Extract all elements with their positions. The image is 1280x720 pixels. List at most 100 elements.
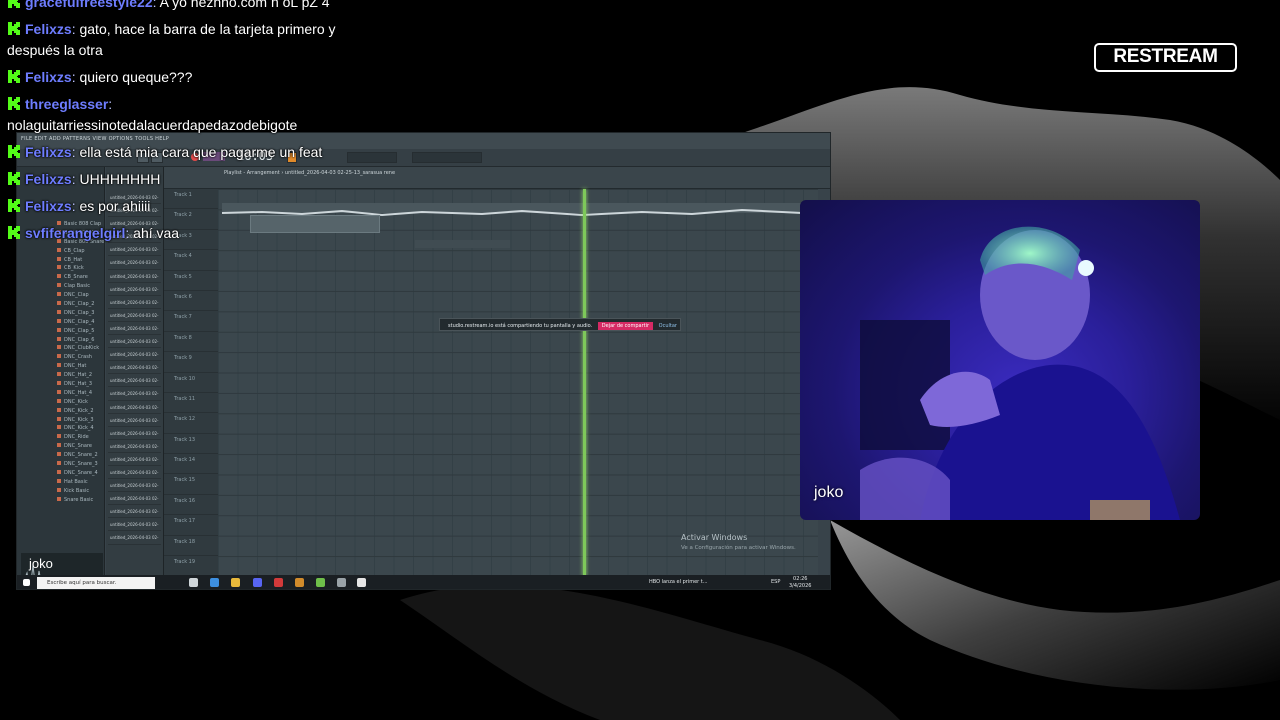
- browser-item[interactable]: Hat Basic: [17, 479, 104, 488]
- browser-item[interactable]: Snare Basic: [17, 497, 104, 506]
- hide-notice-button[interactable]: Ocultar: [659, 323, 677, 329]
- windows-start-icon[interactable]: [23, 579, 30, 586]
- browser-item[interactable]: DNC_ClubKick: [17, 345, 104, 354]
- rack-channel[interactable]: untitled_2026-04-03 02-: [108, 440, 161, 453]
- track-label[interactable]: Track 18: [164, 536, 218, 557]
- browser-item[interactable]: DNC_Clap_4: [17, 319, 104, 328]
- rack-channel[interactable]: untitled_2026-04-03 02-: [108, 492, 161, 506]
- rack-channel[interactable]: untitled_2026-04-03 02-: [108, 283, 161, 296]
- taskbar-clock[interactable]: 02:26 3/4/2026: [789, 576, 812, 589]
- browser-item[interactable]: DNC_Kick_3: [17, 417, 104, 426]
- browser-item[interactable]: DNC_Snare_2: [17, 452, 104, 461]
- rack-channel[interactable]: untitled_2026-04-03 02-: [108, 401, 161, 414]
- browser-item[interactable]: DNC_Hat_4: [17, 390, 104, 399]
- language-indicator[interactable]: ESP: [771, 579, 780, 585]
- browser-item[interactable]: CB_Kick: [17, 265, 104, 274]
- kick-icon: [7, 95, 20, 110]
- chat-username[interactable]: Felixzs: [25, 144, 72, 160]
- chat-username[interactable]: Felixzs: [25, 198, 72, 214]
- rack-channel[interactable]: untitled_2026-04-03 02-: [108, 335, 161, 349]
- rack-channel[interactable]: untitled_2026-04-03 02-: [108, 348, 161, 362]
- rack-channel[interactable]: untitled_2026-04-03 02-: [108, 256, 161, 270]
- rack-channel[interactable]: untitled_2026-04-03 02-: [108, 453, 161, 466]
- rack-channel[interactable]: untitled_2026-04-03 02-: [108, 374, 161, 388]
- track-label[interactable]: Track 16: [164, 495, 218, 516]
- track-label[interactable]: Track 13: [164, 434, 218, 455]
- track-label[interactable]: Track 14: [164, 454, 218, 475]
- browser-item[interactable]: DNC_Clap_3: [17, 310, 104, 319]
- app-icon[interactable]: [316, 578, 325, 587]
- rack-channel[interactable]: untitled_2026-04-03 02-: [108, 518, 161, 532]
- browser-item[interactable]: DNC_Hat: [17, 363, 104, 372]
- rack-channel[interactable]: untitled_2026-04-03 02-: [108, 309, 161, 322]
- browser-item[interactable]: DNC_Kick: [17, 399, 104, 408]
- browser-item[interactable]: DNC_Snare_4: [17, 470, 104, 479]
- rack-channel[interactable]: untitled_2026-04-03 02-: [108, 466, 161, 480]
- track-label[interactable]: Track 8: [164, 332, 218, 353]
- task-view-icon[interactable]: [189, 578, 198, 587]
- chat-username[interactable]: threeglasser: [25, 96, 108, 112]
- browser-item[interactable]: CB_Snare: [17, 274, 104, 283]
- rack-channel[interactable]: untitled_2026-04-03 02-: [108, 270, 161, 283]
- track-label[interactable]: Track 10: [164, 373, 218, 393]
- track-label[interactable]: Track 5: [164, 271, 218, 291]
- news-widget[interactable]: HBO lanza el primer t...: [649, 579, 708, 585]
- rack-channel[interactable]: untitled_2026-04-03 02-: [108, 361, 161, 375]
- browser-icon[interactable]: [210, 578, 219, 587]
- chat-message: svfiferangelgirl: ahí vaa: [7, 223, 367, 244]
- rack-channel[interactable]: untitled_2026-04-03 02-: [108, 387, 161, 401]
- playhead[interactable]: [583, 189, 586, 577]
- track-label[interactable]: Track 15: [164, 474, 218, 495]
- track-label[interactable]: Track 19: [164, 556, 218, 577]
- chat-username[interactable]: gracefulfreestyle22: [25, 0, 153, 10]
- discord-icon[interactable]: [253, 578, 262, 587]
- track-label[interactable]: Track 9: [164, 352, 218, 373]
- rack-channel[interactable]: untitled_2026-04-03 02-: [108, 505, 161, 519]
- track-label[interactable]: Track 12: [164, 413, 218, 434]
- chat-username[interactable]: Felixzs: [25, 171, 72, 187]
- fl-studio-icon[interactable]: [295, 578, 304, 587]
- browser-item[interactable]: Kick Basic: [17, 488, 104, 497]
- audio-clip[interactable]: [415, 240, 510, 248]
- track-label[interactable]: Track 6: [164, 291, 218, 312]
- chat-username[interactable]: Felixzs: [25, 69, 72, 85]
- webcam-name-label: joko: [814, 484, 844, 501]
- app-icon[interactable]: [357, 578, 366, 587]
- chat-username[interactable]: Felixzs: [25, 21, 72, 37]
- track-label[interactable]: Track 4: [164, 250, 218, 271]
- opera-icon[interactable]: [274, 578, 283, 587]
- track-label[interactable]: Track 17: [164, 515, 218, 536]
- browser-item[interactable]: DNC_Hat_3: [17, 381, 104, 390]
- browser-item[interactable]: DNC_Clap: [17, 292, 104, 301]
- track-label[interactable]: Track 11: [164, 393, 218, 414]
- browser-item[interactable]: DNC_Hat_2: [17, 372, 104, 381]
- chat-message: Felixzs: quiero queque???: [7, 67, 367, 88]
- browser-item[interactable]: DNC_Ride: [17, 434, 104, 443]
- rack-channel[interactable]: untitled_2026-04-03 02-: [108, 531, 161, 545]
- browser-item[interactable]: DNC_Kick_2: [17, 408, 104, 417]
- app-icon[interactable]: [337, 578, 346, 587]
- browser-item[interactable]: DNC_Crash: [17, 354, 104, 363]
- rack-channel[interactable]: untitled_2026-04-03 02-: [108, 322, 161, 336]
- browser-item[interactable]: DNC_Snare: [17, 443, 104, 452]
- rack-channel[interactable]: untitled_2026-04-03 02-: [108, 414, 161, 427]
- clock-date: 3/4/2026: [789, 583, 812, 589]
- kick-icon: [7, 143, 20, 158]
- taskbar-search[interactable]: Escribe aquí para buscar.: [37, 577, 155, 589]
- chat-text: UHHHHHHH: [79, 171, 161, 187]
- folder-icon[interactable]: [231, 578, 240, 587]
- browser-item[interactable]: DNC_Snare_3: [17, 461, 104, 470]
- chat-message: Felixzs: ella está mia cara que pagarme …: [7, 142, 367, 163]
- browser-item[interactable]: DNC_Kick_4: [17, 425, 104, 434]
- browser-item[interactable]: CB_Hat: [17, 257, 104, 266]
- rack-channel[interactable]: untitled_2026-04-03 02-: [108, 296, 161, 309]
- chat-username[interactable]: svfiferangelgirl: [25, 225, 125, 241]
- browser-item[interactable]: DNC_Clap_6: [17, 337, 104, 346]
- rack-channel[interactable]: untitled_2026-04-03 02-: [108, 479, 161, 493]
- browser-item[interactable]: DNC_Clap_2: [17, 301, 104, 310]
- stop-sharing-button[interactable]: Dejar de compartir: [597, 322, 654, 330]
- browser-item[interactable]: Clap Basic: [17, 283, 104, 292]
- browser-item[interactable]: DNC_Clap_5: [17, 328, 104, 337]
- track-label[interactable]: Track 7: [164, 311, 218, 332]
- rack-channel[interactable]: untitled_2026-04-03 02-: [108, 427, 161, 440]
